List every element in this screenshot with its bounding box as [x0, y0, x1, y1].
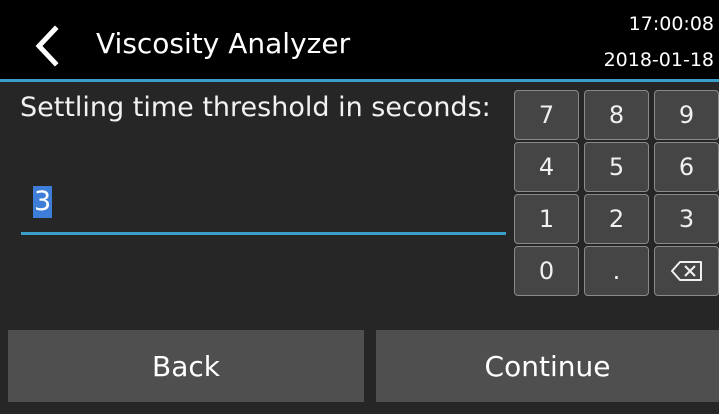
screen: Viscosity Analyzer 17:00:08 2018-01-18 S…: [0, 0, 719, 414]
continue-button[interactable]: Continue: [376, 330, 719, 402]
app-title: Viscosity Analyzer: [96, 27, 351, 60]
key-backspace[interactable]: [654, 246, 719, 296]
key-7[interactable]: 7: [514, 90, 579, 140]
backspace-icon: [670, 261, 702, 281]
key-8[interactable]: 8: [584, 90, 649, 140]
settling-time-input[interactable]: 3: [21, 181, 506, 235]
key-decimal[interactable]: .: [584, 246, 649, 296]
key-2[interactable]: 2: [584, 194, 649, 244]
back-button[interactable]: Back: [8, 330, 364, 402]
key-9[interactable]: 9: [654, 90, 719, 140]
clock-date: 2018-01-18: [603, 49, 714, 71]
key-6[interactable]: 6: [654, 142, 719, 192]
key-4[interactable]: 4: [514, 142, 579, 192]
key-1[interactable]: 1: [514, 194, 579, 244]
key-5[interactable]: 5: [584, 142, 649, 192]
key-0[interactable]: 0: [514, 246, 579, 296]
input-value: 3: [33, 186, 53, 218]
prompt-label: Settling time threshold in seconds:: [20, 92, 491, 123]
chevron-left-icon[interactable]: [30, 24, 66, 68]
clock-time: 17:00:08: [628, 13, 714, 35]
key-3[interactable]: 3: [654, 194, 719, 244]
header-bar: Viscosity Analyzer 17:00:08 2018-01-18: [0, 0, 719, 82]
